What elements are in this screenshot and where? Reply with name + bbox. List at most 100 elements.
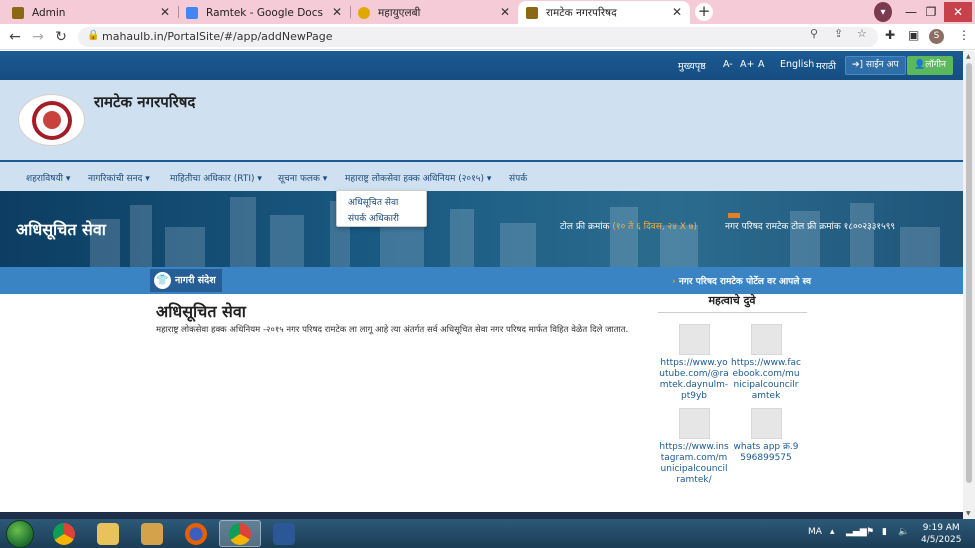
taskbar-chrome[interactable]	[43, 520, 85, 547]
link-card-facebook[interactable]: https://www.facebook.com/municipalcounci…	[731, 324, 801, 402]
taskbar-chrome-active[interactable]	[219, 520, 261, 547]
link-card-instagram[interactable]: https://www.instagram.com/municipalcounc…	[659, 408, 729, 486]
extensions-icon[interactable]: ✚	[885, 28, 895, 42]
tab-title: Admin	[32, 6, 66, 19]
main-nav: शहराविषयी ▾ नागरिकांची सनद ▾ माहितीचा अध…	[0, 160, 963, 191]
link-card-whatsapp[interactable]: whats app क्र.9596899575	[731, 408, 801, 464]
lang-marathi-link[interactable]: मराठी	[816, 59, 836, 72]
tab-mahaulb[interactable]: महायुएलबी ✕	[350, 1, 518, 24]
chevron-down-icon[interactable]: ▾	[874, 2, 892, 22]
browser-tab-strip: Admin ✕ Ramtek - Google Docs ✕ महायुएलबी…	[0, 0, 975, 24]
taskbar-word[interactable]	[263, 520, 305, 547]
font-decrease-button[interactable]: A-	[723, 59, 733, 70]
tab-title: महायुएलबी	[378, 6, 421, 19]
menu-kebab-icon[interactable]: ⋮	[958, 28, 970, 42]
notice-marquee-text: नगर परिषद रामटेक पोर्टेल वर आपले स्व	[678, 277, 812, 287]
school-icon	[12, 6, 24, 19]
start-button[interactable]	[6, 520, 34, 548]
tab-ramtek-active[interactable]: रामटेक नगरपरिषद ✕	[518, 1, 690, 24]
site-title: रामटेक नगरपरिषद	[94, 93, 196, 111]
site-header: रामटेक नगरपरिषद	[0, 80, 963, 160]
url-bar[interactable]: 🔒 mahaulb.in/PortalSite/#/app/addNewPage	[78, 27, 878, 47]
scroll-up-icon[interactable]: ▲	[966, 53, 971, 60]
taskbar-firefox[interactable]	[175, 520, 217, 547]
news-ticker: नगर परिषद रामटेक टोल फ्री क्रमांक १८००२३…	[725, 213, 895, 232]
link-thumbnail	[750, 408, 782, 439]
font-increase-button[interactable]: A+	[740, 59, 754, 70]
site-footer-edge	[0, 512, 963, 519]
page-scrollbar[interactable]: ▲ ▼	[963, 51, 975, 519]
flag-icon[interactable]: ⚑	[866, 527, 874, 537]
link-label[interactable]: whats app क्र.9596899575	[731, 442, 801, 464]
home-link[interactable]: मुख्यपृष्ठ	[678, 59, 706, 72]
link-card-youtube[interactable]: https://www.youtube.com/@ramtek.daynulm-…	[659, 324, 729, 402]
link-thumbnail	[750, 324, 782, 355]
zoom-icon[interactable]: ⚲	[810, 27, 818, 40]
link-label[interactable]: https://www.instagram.com/municipalcounc…	[659, 442, 729, 486]
page-banner: अधिसूचित सेवा टोल फ्री क्रमांक (१० ते ६ …	[0, 191, 963, 267]
link-label[interactable]: https://www.facebook.com/municipalcounci…	[731, 358, 801, 402]
nav-rti[interactable]: माहितीचा अधिकार (RTI) ▾	[170, 171, 262, 184]
signup-button[interactable]: ➔] साईन अप	[845, 56, 906, 75]
clock-date: 4/5/2025	[921, 535, 962, 545]
dropdown-item-contact-officer[interactable]: संपर्क अधिकारी	[348, 211, 399, 224]
scrollbar-thumb[interactable]	[966, 63, 972, 483]
nav-contact[interactable]: संपर्क	[509, 171, 527, 184]
link-thumbnail	[678, 324, 710, 355]
dropdown-item-notified-services[interactable]: अधिसूचित सेवा	[348, 195, 398, 208]
nav-about-city[interactable]: शहराविषयी ▾	[26, 171, 70, 184]
link-label[interactable]: https://www.youtube.com/@ramtek.daynulm-…	[659, 358, 729, 402]
page-body-text: महाराष्ट्र लोकसेवा हक्क अधिनियम -२०१५ नग…	[156, 325, 629, 335]
minimize-icon[interactable]: —	[902, 2, 920, 22]
chrome-icon	[53, 522, 75, 545]
tab-google-docs[interactable]: Ramtek - Google Docs ✕	[178, 1, 350, 24]
share-icon[interactable]: ⇪	[834, 27, 843, 40]
close-window-icon[interactable]: ✕	[944, 2, 972, 22]
council-logo[interactable]	[18, 94, 85, 146]
restore-icon[interactable]: ❐	[922, 2, 940, 22]
links-divider	[658, 312, 807, 313]
lock-icon: 🔒	[87, 30, 100, 41]
signal-icon[interactable]: ▂▄▆	[846, 527, 867, 537]
new-tab-button[interactable]: +	[695, 3, 713, 21]
back-arrow-icon[interactable]: ←	[6, 28, 24, 46]
forward-arrow-icon[interactable]: →	[29, 28, 47, 46]
word-icon	[273, 522, 295, 545]
scroll-down-icon[interactable]: ▼	[966, 510, 971, 517]
civic-message-badge: 👕 नागरी संदेश	[150, 269, 222, 292]
input-language[interactable]: MA	[808, 527, 822, 537]
tab-admin[interactable]: Admin ✕	[4, 1, 178, 24]
firefox-icon	[185, 522, 207, 545]
reload-icon[interactable]: ↻	[52, 28, 70, 46]
new-badge-icon	[728, 213, 740, 218]
tray-arrow-icon[interactable]: ▴	[830, 527, 835, 537]
nav-notice-board[interactable]: सूचना फलक ▾	[278, 171, 327, 184]
clock[interactable]: 9:19 AM 4/5/2025	[921, 522, 961, 546]
url-text: mahaulb.in/PortalSite/#/app/addNewPage	[102, 30, 333, 43]
important-links-title: महत्वाचे दुवे	[708, 294, 756, 307]
profile-avatar[interactable]: S	[929, 29, 944, 44]
shirt-icon: 👕	[154, 272, 171, 289]
battery-icon[interactable]: ▮	[882, 527, 887, 537]
font-normal-button[interactable]: A	[758, 59, 765, 70]
docs-icon	[186, 6, 198, 19]
arrow-right-icon: ›	[672, 277, 676, 287]
taskbar-explorer[interactable]	[87, 520, 129, 547]
close-icon[interactable]: ✕	[160, 5, 170, 19]
star-icon[interactable]: ☆	[857, 27, 867, 40]
close-icon[interactable]: ✕	[500, 5, 510, 19]
lang-english-link[interactable]: English	[780, 59, 814, 70]
tab-title: Ramtek - Google Docs	[206, 6, 323, 19]
services-act-dropdown: अधिसूचित सेवा संपर्क अधिकारी	[336, 190, 427, 227]
volume-icon[interactable]: 🔈	[898, 527, 909, 537]
notice-marquee: › नगर परिषद रामटेक पोर्टेल वर आपले स्व	[672, 274, 811, 287]
login-button[interactable]: 👤लॉगीन	[907, 56, 954, 75]
taskbar-media[interactable]	[131, 520, 173, 547]
close-icon[interactable]: ✕	[332, 5, 342, 19]
clock-time: 9:19 AM	[922, 523, 960, 533]
nav-public-services-act[interactable]: महाराष्ट्र लोकसेवा हक्क अधिनियम (२०१५) ▾	[345, 171, 491, 184]
sidepanel-icon[interactable]: ▣	[908, 28, 919, 42]
close-icon[interactable]: ✕	[672, 5, 682, 19]
nav-citizen-charter[interactable]: नागरिकांची सनद ▾	[88, 171, 150, 184]
emblem-icon	[358, 6, 370, 19]
